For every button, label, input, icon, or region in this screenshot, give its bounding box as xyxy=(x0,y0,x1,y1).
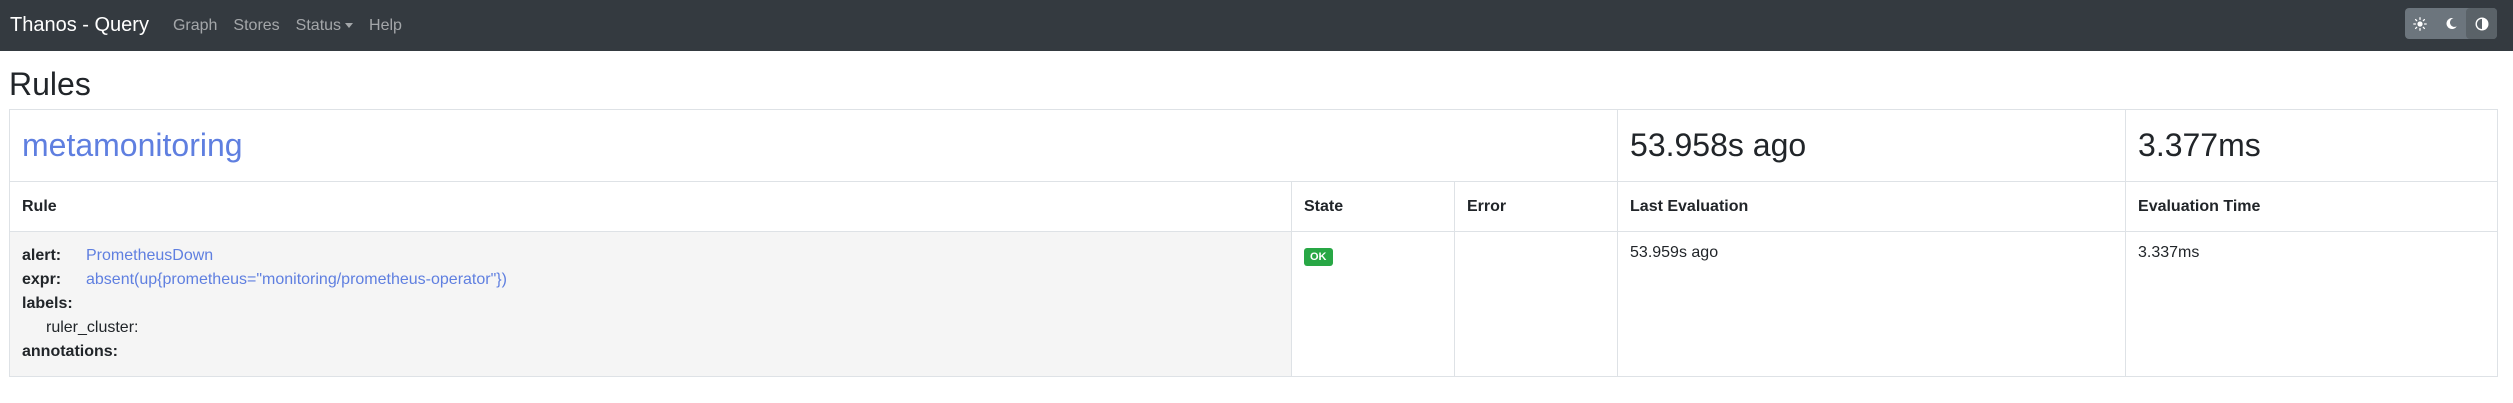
column-header-last-evaluation: Last Evaluation xyxy=(1617,181,2127,232)
rules-table: metamonitoring 53.958s ago 3.377ms Rule … xyxy=(8,109,2499,377)
column-header-error: Error xyxy=(1453,181,1619,232)
group-name-link[interactable]: metamonitoring xyxy=(22,127,243,163)
column-header-rule: Rule xyxy=(9,181,1292,232)
annotations-key: annotations: xyxy=(22,343,118,360)
brand-link[interactable]: Thanos - Query xyxy=(10,14,149,37)
table-row: alert: PrometheusDown expr: absent(up{pr… xyxy=(9,231,2499,377)
status-badge: OK xyxy=(1304,248,1333,266)
column-header-evaluation-time: Evaluation Time xyxy=(2125,181,2499,232)
alert-key: alert: xyxy=(22,247,62,264)
rule-group-header: metamonitoring 53.958s ago 3.377ms xyxy=(8,109,2499,182)
rule-alert-line: alert: PrometheusDown xyxy=(22,244,1279,268)
alert-name-link[interactable]: PrometheusDown xyxy=(86,244,213,268)
label-ruler-cluster: ruler_cluster: xyxy=(46,319,139,336)
rule-evaluation-time: 3.337ms xyxy=(2125,231,2499,377)
rules-page: Rules metamonitoring 53.958s ago 3.377ms… xyxy=(0,66,2513,377)
rule-state-cell: OK xyxy=(1291,231,1455,377)
theme-toggle-group xyxy=(2405,8,2498,39)
moon-icon[interactable] xyxy=(2436,8,2467,39)
nav-stores[interactable]: Stores xyxy=(233,17,279,35)
rule-labels-line: labels: xyxy=(22,292,1279,316)
rule-last-evaluation: 53.959s ago xyxy=(1617,231,2127,377)
expr-query-link[interactable]: absent(up{prometheus="monitoring/prometh… xyxy=(86,268,507,292)
contrast-icon[interactable] xyxy=(2466,8,2498,39)
expr-key: expr: xyxy=(22,271,62,288)
rule-definition-cell: alert: PrometheusDown expr: absent(up{pr… xyxy=(9,231,1292,377)
nav-help[interactable]: Help xyxy=(369,17,402,35)
group-evaluation-time: 3.377ms xyxy=(2125,109,2499,182)
rule-annotations-line: annotations: xyxy=(22,340,1279,364)
group-name-cell: metamonitoring xyxy=(8,109,1619,182)
group-last-evaluation: 53.958s ago xyxy=(1617,109,2127,182)
nav-graph[interactable]: Graph xyxy=(173,17,217,35)
page-title: Rules xyxy=(9,66,91,102)
sun-icon[interactable] xyxy=(2405,8,2436,39)
nav-status-dropdown[interactable]: Status xyxy=(295,16,354,35)
rule-expr-line: expr: absent(up{prometheus="monitoring/p… xyxy=(22,268,1279,292)
top-navbar: Thanos - Query Graph Stores Status Help xyxy=(0,0,2513,51)
column-header-state: State xyxy=(1291,181,1455,232)
nav-status-label: Status xyxy=(295,16,342,34)
labels-key: labels: xyxy=(22,295,73,312)
rule-error-cell xyxy=(1453,231,1619,377)
chevron-down-icon xyxy=(345,23,354,28)
table-header-row: Rule State Error Last Evaluation Evaluat… xyxy=(9,181,2499,232)
